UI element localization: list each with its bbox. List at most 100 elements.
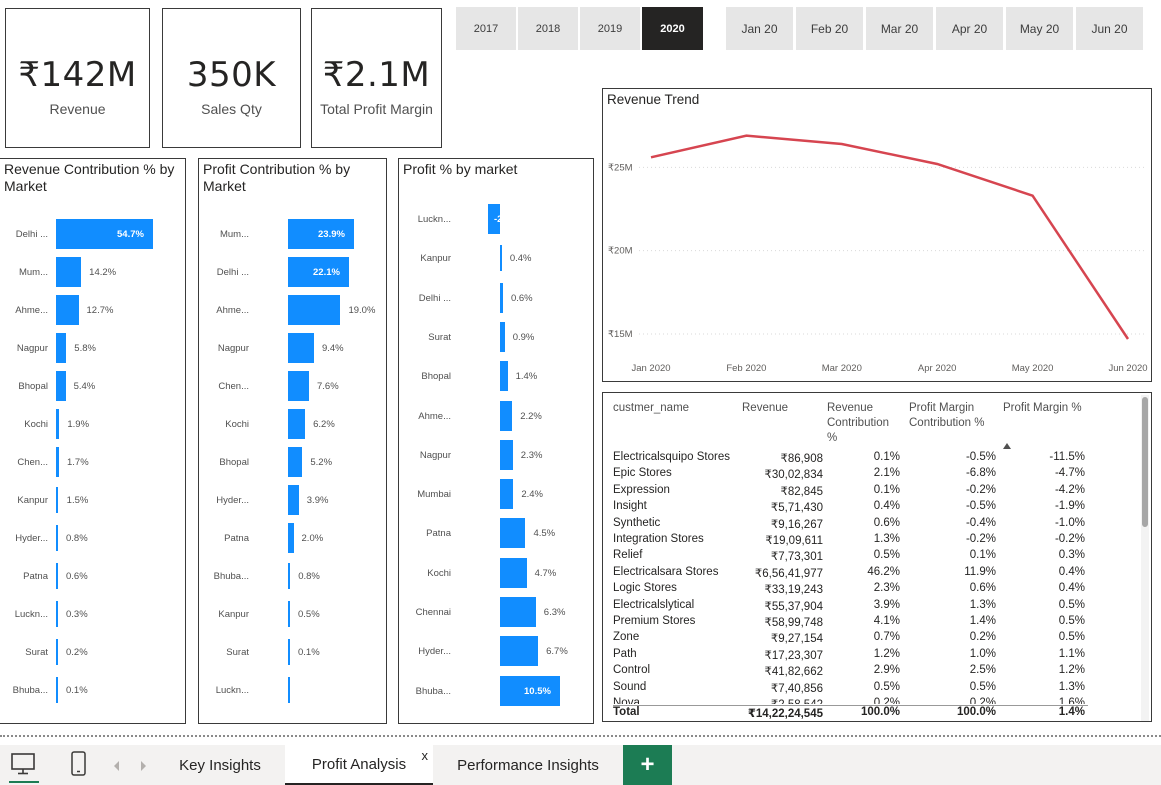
tab-key-insights[interactable]: Key Insights xyxy=(160,745,280,785)
bar-row[interactable]: Surat 0.1% xyxy=(199,637,386,667)
bar-row[interactable]: Kochi 6.2% xyxy=(199,409,386,439)
bar[interactable] xyxy=(288,639,290,665)
table-row[interactable]: Logic Stores ₹33,19,243 2.3% 0.6% 0.4% xyxy=(613,582,1088,598)
add-page-button[interactable]: + xyxy=(623,745,672,785)
header-profit-margin-pct[interactable]: Profit Margin % xyxy=(1003,401,1082,416)
bar-row[interactable]: Bhopal 1.4% xyxy=(399,361,593,392)
bar-row[interactable]: Mum... 14.2% xyxy=(0,257,185,287)
bar[interactable] xyxy=(288,371,309,401)
bar-row[interactable]: Kochi 1.9% xyxy=(0,409,185,439)
bar[interactable] xyxy=(499,597,536,627)
close-tab-icon[interactable]: x xyxy=(422,748,429,763)
table-row[interactable]: Control ₹41,82,662 2.9% 2.5% 1.2% xyxy=(613,664,1088,680)
month-slicer-may[interactable]: May 20 xyxy=(1006,7,1073,50)
table-row[interactable]: Synthetic ₹9,16,267 0.6% -0.4% -1.0% xyxy=(613,517,1088,533)
bar-row[interactable]: Delhi ... 0.6% xyxy=(399,282,593,313)
bar-row[interactable]: Bhuba... 0.8% xyxy=(199,561,386,591)
header-revenue-contribution[interactable]: Revenue Contribution % xyxy=(827,401,902,446)
bar-row[interactable]: Delhi ... 22.1% xyxy=(199,257,386,287)
bar[interactable] xyxy=(56,487,58,513)
bar[interactable] xyxy=(499,557,527,588)
bar-row[interactable]: Kanpur 1.5% xyxy=(0,485,185,515)
bar-row[interactable]: Hyder... 0.8% xyxy=(0,523,185,553)
desktop-view-icon[interactable] xyxy=(9,750,37,778)
header-customer-name[interactable]: custmer_name xyxy=(613,401,689,416)
table-row[interactable]: Expression ₹82,845 0.1% -0.2% -4.2% xyxy=(613,484,1088,500)
table-row[interactable]: Electricalsquipo Stores ₹86,908 0.1% -0.5% -… xyxy=(613,451,1088,467)
bar-row[interactable]: Kochi 4.7% xyxy=(399,557,593,588)
bar-row[interactable]: Ahme... 2.2% xyxy=(399,400,593,431)
bar-row[interactable]: Ahme... 12.7% xyxy=(0,295,185,325)
tab-performance-insights[interactable]: Performance Insights xyxy=(443,745,613,785)
bar[interactable] xyxy=(56,371,66,401)
year-slicer-2019[interactable]: 2019 xyxy=(580,7,640,50)
bar[interactable] xyxy=(499,321,505,352)
sort-ascending-icon[interactable] xyxy=(1003,443,1011,449)
mobile-view-icon[interactable] xyxy=(69,750,89,778)
month-slicer-mar[interactable]: Mar 20 xyxy=(866,7,933,50)
bar-row[interactable]: Chennai 6.3% xyxy=(399,597,593,627)
bar[interactable] xyxy=(288,409,306,439)
scroll-left-icon[interactable] xyxy=(112,760,122,772)
bar-row[interactable]: Surat 0.9% xyxy=(399,321,593,352)
bar-row[interactable]: Patna 0.6% xyxy=(0,561,185,591)
bar[interactable] xyxy=(288,523,294,553)
bar[interactable] xyxy=(499,439,513,470)
header-revenue[interactable]: Revenue xyxy=(742,401,788,416)
bar-row[interactable]: Bhuba... 10.5% xyxy=(399,675,593,706)
revenue-series-line[interactable] xyxy=(650,134,1130,340)
bar[interactable] xyxy=(499,282,503,313)
bar-row[interactable]: Patna 2.0% xyxy=(199,523,386,553)
bar[interactable] xyxy=(56,639,58,665)
table-row[interactable]: Electricalslytical ₹55,37,904 3.9% 1.3% 0.5% xyxy=(613,599,1088,615)
month-slicer-jun[interactable]: Jun 20 xyxy=(1076,7,1143,50)
table-row[interactable]: Path ₹17,23,307 1.2% 1.0% 1.1% xyxy=(613,648,1088,664)
bar-row[interactable]: Hyder... 6.7% xyxy=(399,636,593,667)
bar-row[interactable]: Chen... 1.7% xyxy=(0,447,185,477)
tab-profit-analysis[interactable]: Profit Analysis x xyxy=(285,745,433,785)
bar[interactable] xyxy=(288,485,299,515)
month-slicer-jan[interactable]: Jan 20 xyxy=(726,7,793,50)
bar[interactable] xyxy=(56,447,59,477)
bar-row[interactable]: Ahme... 19.0% xyxy=(199,295,386,325)
bar-row[interactable]: Chen... 7.6% xyxy=(199,371,386,401)
table-row[interactable]: Zone ₹9,27,154 0.7% 0.2% 0.5% xyxy=(613,631,1088,647)
table-row[interactable]: Epic Stores ₹30,02,834 2.1% -6.8% -4.7% xyxy=(613,467,1088,483)
bar[interactable] xyxy=(56,257,82,287)
bar-row[interactable]: Surat 0.2% xyxy=(0,637,185,667)
bar-row[interactable]: Nagpur 2.3% xyxy=(399,439,593,470)
bar[interactable] xyxy=(288,677,290,703)
table-row[interactable]: Integration Stores ₹19,09,611 1.3% -0.2% -0.… xyxy=(613,533,1088,549)
bar[interactable] xyxy=(288,333,314,363)
bar-row[interactable]: Nagpur 9.4% xyxy=(199,333,386,363)
bar-row[interactable]: Luckn... xyxy=(199,675,386,705)
month-slicer-apr[interactable]: Apr 20 xyxy=(936,7,1003,50)
bar[interactable] xyxy=(56,333,67,363)
year-slicer-2020[interactable]: 2020 xyxy=(642,7,703,50)
bar-row[interactable]: Mum... 23.9% xyxy=(199,219,386,249)
bar[interactable] xyxy=(56,525,58,551)
bar[interactable] xyxy=(56,295,79,325)
table-row[interactable]: Insight ₹5,71,430 0.4% -0.5% -1.9% xyxy=(613,500,1088,516)
bar[interactable] xyxy=(499,518,526,549)
table-scrollbar[interactable] xyxy=(1141,395,1149,721)
bar-row[interactable]: Bhopal 5.2% xyxy=(199,447,386,477)
bar-row[interactable]: Kanpur 0.5% xyxy=(199,599,386,629)
bar[interactable] xyxy=(499,361,508,392)
bar-row[interactable]: Bhuba... 0.1% xyxy=(0,675,185,705)
bar-row[interactable]: Mumbai 2.4% xyxy=(399,479,593,510)
bar[interactable] xyxy=(499,400,513,431)
table-row[interactable]: Electricalsara Stores ₹6,56,41,977 46.2% 11… xyxy=(613,566,1088,582)
table-row[interactable]: Premium Stores ₹58,99,748 4.1% 1.4% 0.5% xyxy=(613,615,1088,631)
bar-row[interactable]: Luckn... 0.3% xyxy=(0,599,185,629)
table-row[interactable]: Relief ₹7,73,301 0.5% 0.1% 0.3% xyxy=(613,549,1088,565)
bar[interactable] xyxy=(288,295,341,325)
bar-row[interactable]: Patna 4.5% xyxy=(399,518,593,549)
bar-row[interactable]: Kanpur 0.4% xyxy=(399,243,593,273)
scrollbar-thumb[interactable] xyxy=(1142,397,1148,527)
bar[interactable] xyxy=(288,563,290,589)
bar[interactable] xyxy=(499,636,539,667)
scroll-right-icon[interactable] xyxy=(138,760,148,772)
bar[interactable] xyxy=(56,563,58,589)
month-slicer-feb[interactable]: Feb 20 xyxy=(796,7,863,50)
